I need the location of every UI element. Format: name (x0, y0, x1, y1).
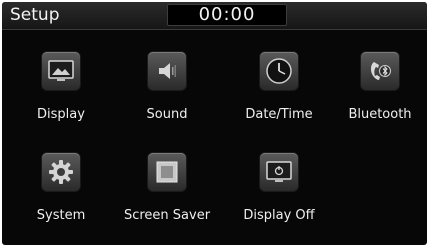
display-label: Display (37, 107, 85, 122)
display-button[interactable]: Display (11, 50, 111, 130)
setup-screen: Setup 00:00 Display Sound Date/Time Blue… (2, 2, 427, 245)
bluetooth-phone-icon (361, 52, 399, 90)
system-button[interactable]: System (11, 151, 111, 231)
bluetooth-button[interactable]: Bluetooth (330, 50, 427, 130)
gear-icon (42, 153, 80, 191)
screen-saver-button[interactable]: Screen Saver (117, 151, 217, 231)
system-label: System (36, 208, 86, 223)
clock-icon (260, 52, 298, 90)
sound-label: Sound (146, 107, 188, 122)
page-title: Setup (10, 5, 60, 25)
sound-button[interactable]: Sound (117, 50, 217, 130)
display-off-icon (260, 153, 298, 191)
title-bar: Setup 00:00 (2, 2, 427, 30)
display-off-button[interactable]: Display Off (229, 151, 329, 231)
speaker-icon (148, 52, 186, 90)
display-icon (42, 52, 80, 90)
display-off-label: Display Off (243, 208, 315, 223)
clock-display: 00:00 (167, 4, 287, 26)
bluetooth-label: Bluetooth (348, 107, 412, 122)
screen-saver-label: Screen Saver (123, 208, 211, 223)
date-time-button[interactable]: Date/Time (229, 50, 329, 130)
date-time-label: Date/Time (245, 107, 313, 122)
screen-saver-icon (148, 153, 186, 191)
